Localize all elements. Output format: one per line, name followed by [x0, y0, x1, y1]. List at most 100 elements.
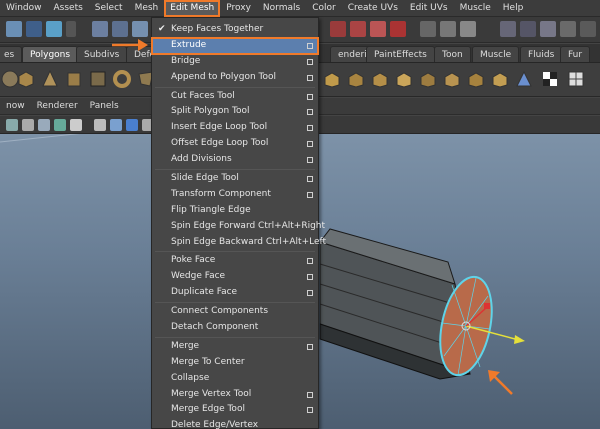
menu-item-collapse[interactable]: Collapse: [152, 371, 318, 387]
menu-item-merge-edge-tool[interactable]: Merge Edge Tool: [152, 402, 318, 418]
face-mask-icon[interactable]: [132, 21, 148, 37]
menu-item-append-to-polygon-tool[interactable]: Append to Polygon Tool: [152, 70, 318, 86]
menu-edit-uvs[interactable]: Edit UVs: [404, 0, 454, 17]
uv-checker-icon[interactable]: [540, 69, 560, 89]
edge-mask-icon[interactable]: [112, 21, 128, 37]
sculpt-shelf-icon[interactable]: [514, 69, 534, 89]
menu-muscle[interactable]: Muscle: [454, 0, 497, 17]
option-box-icon[interactable]: [307, 343, 313, 350]
poly-cone-icon[interactable]: [40, 69, 60, 89]
textured-cube-icon[interactable]: [126, 119, 138, 131]
menu-item-keep-faces-together[interactable]: ✔ Keep Faces Together: [152, 22, 318, 38]
bevel-shelf-icon[interactable]: [346, 69, 366, 89]
append-shelf-icon[interactable]: [466, 69, 486, 89]
menu-help[interactable]: Help: [497, 0, 530, 17]
menu-item-delete-edge-vertex[interactable]: Delete Edge/Vertex: [152, 418, 318, 429]
bridge-shelf-icon[interactable]: [370, 69, 390, 89]
menu-item-spin-edge-backward[interactable]: Spin Edge Backward Ctrl+Alt+Left: [152, 235, 326, 251]
menu-item-flip-triangle-edge[interactable]: Flip Triangle Edge: [152, 203, 318, 219]
menu-item-spin-edge-forward[interactable]: Spin Edge Forward Ctrl+Alt+Right: [152, 219, 325, 235]
option-box-icon[interactable]: [307, 42, 313, 49]
poly-torus-icon[interactable]: [112, 69, 132, 89]
render-icon[interactable]: [440, 21, 456, 37]
render-settings-icon[interactable]: [500, 21, 516, 37]
menu-color[interactable]: Color: [306, 0, 342, 17]
option-box-icon[interactable]: [307, 125, 313, 132]
option-box-icon[interactable]: [307, 191, 313, 198]
option-box-icon[interactable]: [307, 58, 313, 65]
panel-menu-panels[interactable]: Panels: [84, 98, 125, 115]
option-box-icon[interactable]: [307, 157, 313, 164]
textured-icon[interactable]: [54, 119, 66, 131]
menu-assets[interactable]: Assets: [48, 0, 89, 17]
menu-item-split-polygon-tool[interactable]: Split Polygon Tool: [152, 104, 318, 120]
menu-item-detach-component[interactable]: Detach Component: [152, 320, 318, 336]
tab-polygons[interactable]: Polygons: [22, 46, 79, 62]
panel-menu-now[interactable]: now: [0, 98, 31, 115]
hypershade-icon[interactable]: [520, 21, 536, 37]
poly-plane-icon[interactable]: [88, 69, 108, 89]
option-box-icon[interactable]: [307, 391, 313, 398]
option-box-icon[interactable]: [307, 274, 313, 281]
option-box-icon[interactable]: [307, 290, 313, 297]
snap-plane-icon[interactable]: [390, 21, 406, 37]
menu-item-merge[interactable]: Merge: [152, 339, 318, 355]
shaded-cube-icon[interactable]: [110, 119, 122, 131]
smooth-shade-icon[interactable]: [38, 119, 50, 131]
option-box-icon[interactable]: [307, 93, 313, 100]
select-by-component-icon[interactable]: [46, 21, 62, 37]
option-box-icon[interactable]: [307, 109, 313, 116]
menu-proxy[interactable]: Proxy: [220, 0, 257, 17]
ipr-render-icon[interactable]: [460, 21, 476, 37]
option-box-icon[interactable]: [307, 74, 313, 81]
menu-select[interactable]: Select: [89, 0, 129, 17]
manipulator-x-handle-icon[interactable]: [484, 303, 490, 309]
extrude-shelf-icon[interactable]: [322, 69, 342, 89]
select-by-object-icon[interactable]: [26, 21, 42, 37]
option-box-icon[interactable]: [307, 407, 313, 414]
channel-box-icon[interactable]: [580, 21, 596, 37]
snap-grid-icon[interactable]: [330, 21, 346, 37]
tab-fluids[interactable]: Fluids: [520, 46, 563, 62]
option-box-icon[interactable]: [307, 176, 313, 183]
menu-item-transform-component[interactable]: Transform Component: [152, 187, 318, 203]
menu-item-cut-faces-tool[interactable]: Cut Faces Tool: [152, 89, 318, 105]
snap-curve-icon[interactable]: [350, 21, 366, 37]
menu-item-bridge[interactable]: Bridge: [152, 54, 318, 70]
cube-icon[interactable]: [94, 119, 106, 131]
menu-window[interactable]: Window: [0, 0, 48, 17]
wireframe-icon[interactable]: [22, 119, 34, 131]
option-box-icon[interactable]: [307, 258, 313, 265]
menu-normals[interactable]: Normals: [257, 0, 306, 17]
tab-toon[interactable]: Toon: [434, 46, 471, 62]
uv-editor-icon[interactable]: [566, 69, 586, 89]
menu-item-offset-edge-loop-tool[interactable]: Offset Edge Loop Tool: [152, 136, 318, 152]
menu-item-extrude[interactable]: Extrude: [151, 36, 319, 55]
split-shelf-icon[interactable]: [442, 69, 462, 89]
panel-menu-renderer[interactable]: Renderer: [31, 98, 84, 115]
camera-icon[interactable]: [6, 119, 18, 131]
snap-point-icon[interactable]: [370, 21, 386, 37]
render-view-icon[interactable]: [540, 21, 556, 37]
tab-fur[interactable]: Fur: [560, 46, 591, 62]
menu-create-uvs[interactable]: Create UVs: [342, 0, 404, 17]
history-icon[interactable]: [420, 21, 436, 37]
menu-item-poke-face[interactable]: Poke Face: [152, 253, 318, 269]
menu-item-duplicate-face[interactable]: Duplicate Face: [152, 285, 318, 301]
menu-item-merge-to-center[interactable]: Merge To Center: [152, 355, 318, 371]
manipulator-z-arrow-icon[interactable]: [514, 335, 525, 344]
select-by-hierarchy-icon[interactable]: [6, 21, 22, 37]
menu-mesh[interactable]: Mesh: [129, 0, 165, 17]
option-box-icon[interactable]: [307, 141, 313, 148]
smooth-shelf-icon[interactable]: [394, 69, 414, 89]
chevron-down-icon[interactable]: [66, 21, 76, 37]
poly-cylinder-icon[interactable]: [64, 69, 84, 89]
attribute-editor-icon[interactable]: [560, 21, 576, 37]
tab-es[interactable]: es: [0, 46, 23, 62]
menu-item-slide-edge-tool[interactable]: Slide Edge Tool: [152, 171, 318, 187]
menu-item-merge-vertex-tool[interactable]: Merge Vertex Tool: [152, 387, 318, 403]
menu-edit-mesh[interactable]: Edit Mesh: [164, 0, 221, 17]
menu-item-connect-components[interactable]: Connect Components: [152, 304, 318, 320]
poly-cube-icon[interactable]: [16, 69, 36, 89]
lighting-icon[interactable]: [70, 119, 82, 131]
